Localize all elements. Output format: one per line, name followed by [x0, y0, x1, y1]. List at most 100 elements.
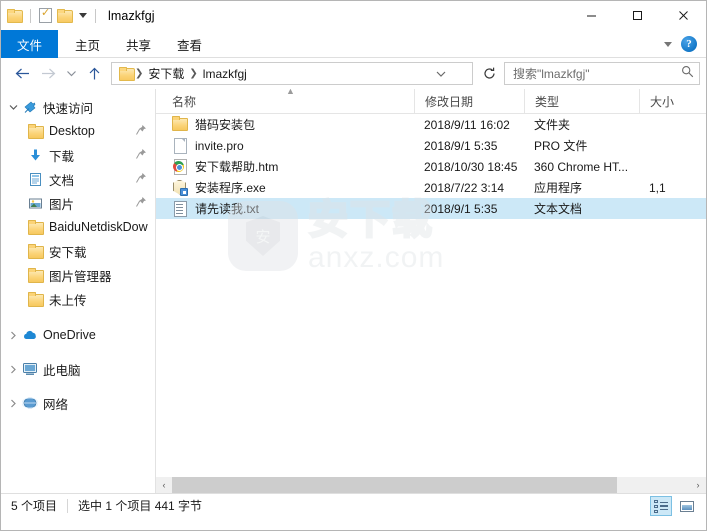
folder-icon	[27, 268, 44, 283]
refresh-button[interactable]	[477, 62, 501, 85]
folder-icon	[27, 220, 44, 235]
customize-caret-icon[interactable]	[79, 13, 87, 18]
sidebar-item-not-uploaded[interactable]: 未上传	[1, 287, 155, 311]
back-button[interactable]	[9, 62, 35, 86]
sidebar-item-downloads[interactable]: 下载	[1, 143, 155, 167]
chevron-down-icon[interactable]	[5, 99, 21, 115]
toolbar-divider	[30, 8, 31, 23]
chevron-right-icon[interactable]	[5, 361, 21, 377]
sidebar-item-picture-manager[interactable]: 图片管理器	[1, 263, 155, 287]
sidebar-item-network[interactable]: 网络	[1, 391, 155, 415]
file-date-cell: 2018/9/11 16:02	[424, 117, 510, 132]
sidebar-item-label: 图片	[49, 197, 75, 212]
onedrive-icon	[21, 328, 38, 342]
file-name-cell: 安下载帮助.htm	[156, 158, 414, 175]
sidebar-item-onedrive[interactable]: OneDrive	[1, 323, 155, 347]
table-row[interactable]: 安装程序.exe 2018/7/22 3:14 应用程序 1,1	[156, 177, 706, 198]
table-row[interactable]: 请先读我.txt 2018/9/1 5:35 文本文档	[156, 198, 706, 219]
tab-view[interactable]: 查看	[164, 30, 215, 58]
breadcrumb-item-0[interactable]: 安下载	[144, 65, 188, 82]
sidebar-item-this-pc[interactable]: 此电脑	[1, 357, 155, 381]
folder-icon[interactable]	[7, 9, 23, 23]
chrome-html-icon	[172, 158, 188, 175]
breadcrumb-folder-icon	[119, 67, 135, 81]
file-name-label: 猎码安装包	[195, 118, 256, 132]
pin-icon[interactable]	[135, 148, 147, 160]
help-icon[interactable]: ?	[681, 36, 697, 52]
title-bar: lmazkfgj	[1, 1, 706, 30]
breadcrumb-item-1[interactable]: lmazkfgj	[199, 67, 251, 81]
pin-icon[interactable]	[135, 196, 147, 208]
network-icon	[21, 396, 38, 410]
column-header-size-label: 大小	[650, 94, 675, 109]
table-row[interactable]: 安下载帮助.htm 2018/10/30 18:45 360 Chrome HT…	[156, 156, 706, 177]
search-icon[interactable]	[681, 65, 694, 83]
sort-indicator-icon: ▲	[286, 89, 295, 96]
sidebar-item-label: OneDrive	[43, 328, 96, 342]
column-header-name[interactable]: 名称 ▲	[156, 89, 414, 114]
column-header-type[interactable]: 类型	[524, 89, 639, 114]
breadcrumb: ❯ 安下载 ❯ lmazkfgj	[112, 65, 251, 82]
chevron-right-icon[interactable]	[5, 395, 21, 411]
folder-icon	[27, 292, 44, 307]
sidebar-item-label: 快速访问	[43, 101, 94, 116]
search-placeholder: 搜索"lmazkfgj"	[513, 67, 590, 81]
scrollbar-track[interactable]	[172, 477, 690, 493]
column-header-size[interactable]: 大小	[639, 89, 699, 114]
large-icons-view-icon[interactable]	[676, 496, 698, 516]
table-row[interactable]: invite.pro 2018/9/1 5:35 PRO 文件	[156, 135, 706, 156]
maximize-button[interactable]	[614, 1, 660, 30]
chevron-right-icon[interactable]	[5, 327, 21, 343]
file-size-cell: 1,1	[649, 180, 666, 195]
table-row[interactable]: 猎码安装包 2018/9/11 16:02 文件夹	[156, 114, 706, 135]
forward-button[interactable]	[35, 62, 61, 86]
up-button[interactable]	[81, 62, 107, 86]
new-folder-icon[interactable]	[57, 9, 73, 23]
sidebar-item-pictures[interactable]: 图片	[1, 191, 155, 215]
file-date-cell: 2018/9/1 5:35	[424, 138, 498, 153]
sidebar-item-desktop[interactable]: Desktop	[1, 119, 155, 143]
file-type-cell: 360 Chrome HT...	[534, 159, 629, 174]
folder-icon	[27, 244, 44, 259]
sidebar-item-documents[interactable]: 文档	[1, 167, 155, 191]
sidebar-item-label: BaiduNetdiskDow	[49, 220, 148, 234]
breadcrumb-separator-1[interactable]: ❯	[188, 68, 198, 79]
scroll-left-arrow-icon[interactable]: ‹	[156, 477, 172, 493]
recent-locations-button[interactable]	[61, 62, 81, 86]
file-explorer-window: lmazkfgj 文件 主页 共享 查看 ?	[0, 0, 707, 531]
details-view-icon[interactable]	[650, 496, 672, 516]
sidebar-item-anxiazai[interactable]: 安下载	[1, 239, 155, 263]
blank-document-icon	[172, 137, 188, 154]
scroll-right-arrow-icon[interactable]: ›	[690, 477, 706, 493]
pin-icon[interactable]	[135, 172, 147, 184]
file-date-cell: 2018/7/22 3:14	[424, 180, 505, 195]
nav-spacer-1	[1, 311, 155, 323]
tab-home[interactable]: 主页	[62, 30, 113, 58]
chevron-down-icon[interactable]	[664, 41, 672, 47]
sidebar-item-baidunetdiskdownload[interactable]: BaiduNetdiskDow	[1, 215, 155, 239]
installer-exe-icon	[172, 180, 188, 196]
breadcrumb-separator-0[interactable]: ❯	[134, 68, 144, 79]
minimize-button[interactable]	[568, 1, 614, 30]
file-name-cell: 猎码安装包	[156, 116, 414, 133]
column-header-date[interactable]: 修改日期	[414, 89, 524, 114]
file-rows: 猎码安装包 2018/9/11 16:02 文件夹 invite.pro 201…	[156, 114, 706, 219]
search-input[interactable]: 搜索"lmazkfgj"	[504, 62, 700, 85]
properties-icon[interactable]	[39, 6, 52, 23]
sidebar-item-quick-access[interactable]: 快速访问	[1, 95, 155, 119]
scrollbar-thumb[interactable]	[172, 477, 618, 493]
tab-share[interactable]: 共享	[113, 30, 164, 58]
file-name-label: 安下载帮助.htm	[195, 160, 279, 174]
horizontal-scrollbar[interactable]: ‹ ›	[156, 477, 706, 493]
file-type-cell: 文本文档	[534, 202, 583, 216]
pin-icon[interactable]	[135, 124, 147, 136]
address-input[interactable]: ❯ 安下载 ❯ lmazkfgj	[111, 62, 473, 85]
close-button[interactable]	[660, 1, 706, 30]
toolbar-divider-2	[95, 8, 96, 23]
nav-spacer-3	[1, 381, 155, 391]
documents-icon	[27, 172, 44, 187]
tab-file[interactable]: 文件	[1, 30, 59, 58]
address-dropdown-icon[interactable]	[432, 63, 450, 84]
column-header-date-label: 修改日期	[425, 94, 474, 109]
file-name-label: 安装程序.exe	[195, 181, 266, 195]
